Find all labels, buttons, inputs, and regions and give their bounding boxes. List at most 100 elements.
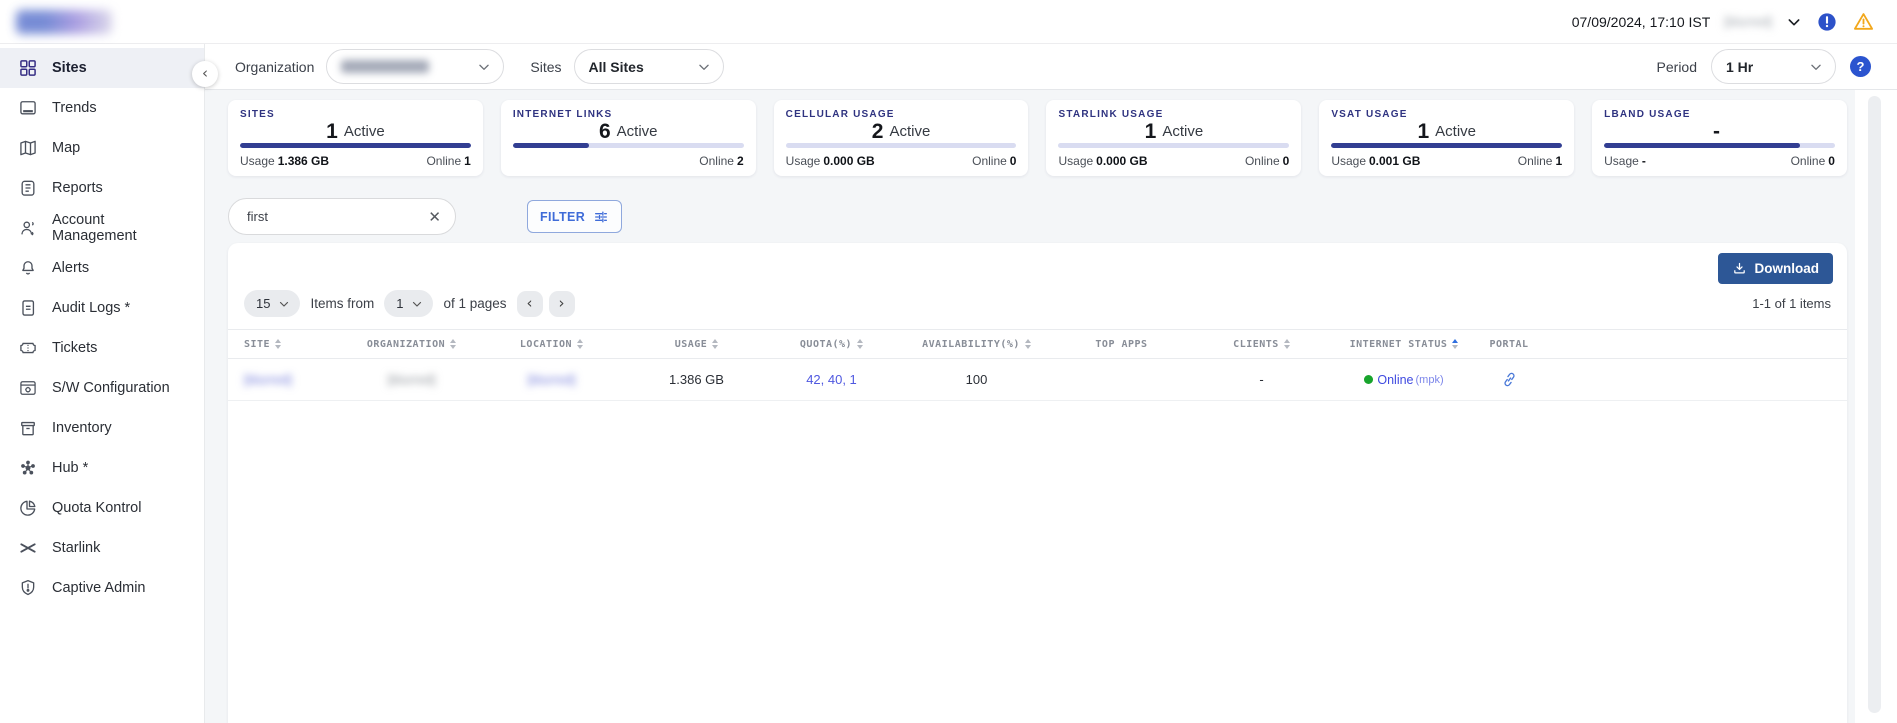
sort-icon xyxy=(450,339,456,349)
ticket-icon xyxy=(18,338,38,358)
grid-icon xyxy=(18,58,38,78)
sites-label: Sites xyxy=(530,59,561,75)
content-area: SITES 1Active Usage1.386 GBOnline1 INTER… xyxy=(205,90,1855,723)
online-status-dot xyxy=(1364,375,1373,384)
app-logo[interactable] xyxy=(16,10,112,34)
card-title: VSAT USAGE xyxy=(1331,109,1562,120)
sidebar-item-account-management[interactable]: Account Management xyxy=(0,208,204,248)
card-suffix: Active xyxy=(1435,123,1476,140)
next-page-button[interactable]: › xyxy=(549,291,575,317)
column-header-internet-status[interactable]: INTERNET STATUS xyxy=(1334,339,1474,350)
chevron-down-icon xyxy=(697,60,711,74)
organization-select[interactable] xyxy=(326,49,504,84)
sidebar-item-label: Hub * xyxy=(52,460,88,476)
trends-icon xyxy=(18,98,38,118)
help-icon: ? xyxy=(1857,59,1865,74)
sidebar-item-map[interactable]: Map xyxy=(0,128,204,168)
download-button[interactable]: Download xyxy=(1718,253,1834,284)
sidebar-item-label: S/W Configuration xyxy=(52,380,170,396)
map-icon xyxy=(18,138,38,158)
page-select[interactable]: 1 xyxy=(384,290,433,317)
card-online: Online2 xyxy=(699,154,743,168)
card-online: Online0 xyxy=(1245,154,1289,168)
period-label: Period xyxy=(1657,59,1697,75)
sidebar-item-label: Map xyxy=(52,140,80,156)
sort-icon-active xyxy=(1452,339,1458,349)
sidebar-collapse-button[interactable]: ‹ xyxy=(192,61,218,87)
warning-button[interactable] xyxy=(1852,10,1875,33)
card-suffix: Active xyxy=(889,123,930,140)
column-header-top-apps: TOP APPS xyxy=(1054,339,1189,350)
sidebar-item-captive-admin[interactable]: Captive Admin xyxy=(0,568,204,608)
sidebar-item-label: Starlink xyxy=(52,540,100,556)
sidebar-item-hub[interactable]: Hub * xyxy=(0,448,204,488)
filter-button[interactable]: FILTER xyxy=(527,200,622,233)
sidebar-item-label: Captive Admin xyxy=(52,580,146,596)
chevron-down-icon xyxy=(1809,60,1823,74)
warning-triangle-icon xyxy=(1852,10,1875,33)
site-link-redacted[interactable]: [blurred] xyxy=(244,372,292,387)
sidebar-item-alerts[interactable]: Alerts xyxy=(0,248,204,288)
user-menu-chevron[interactable] xyxy=(1786,14,1802,30)
sidebar-item-starlink[interactable]: Starlink xyxy=(0,528,204,568)
stat-card-sites: SITES 1Active Usage1.386 GBOnline1 xyxy=(228,100,483,176)
sidebar-item-audit-logs[interactable]: Audit Logs * xyxy=(0,288,204,328)
portal-link-button[interactable] xyxy=(1501,371,1518,388)
card-usage: Usage0.000 GB xyxy=(786,154,875,168)
usage-bar xyxy=(786,143,1017,148)
quota-cell[interactable]: 42, 40, 1 xyxy=(764,372,899,387)
status-label: Online xyxy=(1377,373,1413,387)
column-header-location[interactable]: LOCATION xyxy=(474,339,629,350)
pages-count-label: of 1 pages xyxy=(443,296,506,311)
chevron-left-icon: ‹ xyxy=(527,294,533,312)
sidebar-item-label: Reports xyxy=(52,180,103,196)
column-header-usage[interactable]: USAGE xyxy=(629,339,764,350)
column-header-site[interactable]: SITE xyxy=(244,339,349,350)
usage-bar xyxy=(513,143,744,148)
prev-page-button[interactable]: ‹ xyxy=(517,291,543,317)
sidebar-item-reports[interactable]: Reports xyxy=(0,168,204,208)
sidebar-item-sw-configuration[interactable]: S/W Configuration xyxy=(0,368,204,408)
sidebar-item-label: Trends xyxy=(52,100,97,116)
link-icon xyxy=(1499,370,1518,389)
organization-cell-redacted: [blurred] xyxy=(388,372,436,387)
card-online: Online0 xyxy=(972,154,1016,168)
usage-bar xyxy=(240,143,471,148)
period-select[interactable]: 1 Hr xyxy=(1711,49,1836,84)
table-card-head: Download xyxy=(228,243,1847,288)
card-value: 1 xyxy=(1145,121,1157,142)
column-header-quota[interactable]: QUOTA(%) xyxy=(764,339,899,350)
stat-card-vsat-usage: VSAT USAGE 1Active Usage0.001 GBOnline1 xyxy=(1319,100,1574,176)
card-online: Online0 xyxy=(1791,154,1835,168)
column-header-clients[interactable]: CLIENTS xyxy=(1189,339,1334,350)
help-button[interactable]: ? xyxy=(1850,56,1871,77)
document-icon xyxy=(18,298,38,318)
sidebar-item-label: Alerts xyxy=(52,260,89,276)
download-icon xyxy=(1732,261,1747,276)
usage-bar xyxy=(1331,143,1562,148)
sidebar-item-inventory[interactable]: Inventory xyxy=(0,408,204,448)
column-header-availability[interactable]: AVAILABILITY(%) xyxy=(899,339,1054,350)
location-link-redacted[interactable]: [blurred] xyxy=(528,372,576,387)
search-input[interactable] xyxy=(245,208,426,225)
sidebar-item-trends[interactable]: Trends xyxy=(0,88,204,128)
card-title: LBAND USAGE xyxy=(1604,109,1835,120)
vertical-scrollbar[interactable] xyxy=(1868,96,1881,713)
availability-cell: 100 xyxy=(899,372,1054,387)
card-usage xyxy=(513,154,516,168)
sidebar-item-quota-kontrol[interactable]: Quota Kontrol xyxy=(0,488,204,528)
sidebar-item-sites[interactable]: Sites xyxy=(0,48,204,88)
status-qualifier: (mpk) xyxy=(1416,374,1444,386)
clear-search-button[interactable]: ✕ xyxy=(426,208,443,226)
table-row: [blurred] [blurred] [blurred] 1.386 GB 4… xyxy=(228,359,1847,401)
close-icon: ✕ xyxy=(428,209,441,226)
page-size-select[interactable]: 15 xyxy=(244,290,300,317)
notification-badge-button[interactable] xyxy=(1816,11,1838,33)
column-header-organization[interactable]: ORGANIZATION xyxy=(349,339,474,350)
chevron-down-icon xyxy=(411,298,423,310)
card-value: 6 xyxy=(599,121,611,142)
sidebar-item-tickets[interactable]: Tickets xyxy=(0,328,204,368)
period-select-value: 1 Hr xyxy=(1726,59,1753,75)
items-range-label: 1-1 of 1 items xyxy=(1752,296,1831,311)
sites-select[interactable]: All Sites xyxy=(574,49,724,84)
